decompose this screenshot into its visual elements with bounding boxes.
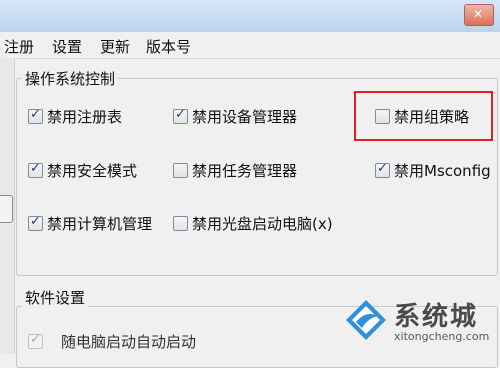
red-highlight-box bbox=[354, 91, 493, 141]
checkbox-icon bbox=[28, 332, 43, 349]
disable-msconfig-checkbox[interactable]: 禁用Msconfig bbox=[375, 161, 491, 180]
menu-item-version[interactable]: 版本号 bbox=[146, 36, 191, 57]
left-panel-edge bbox=[0, 58, 15, 354]
disable-task-manager-checkbox[interactable]: 禁用任务管理器 bbox=[173, 161, 297, 180]
title-bar bbox=[0, 0, 500, 32]
checkbox-icon bbox=[173, 215, 188, 231]
disable-safe-mode-checkbox[interactable]: 禁用安全模式 bbox=[28, 161, 137, 180]
watermark-brand: 系统城 bbox=[394, 302, 479, 332]
autostart-checkbox: 随电脑启动自动启动 bbox=[28, 332, 196, 351]
checkbox-icon bbox=[28, 161, 43, 178]
watermark-logo-icon bbox=[346, 300, 386, 340]
checkbox-icon bbox=[173, 107, 188, 124]
software-settings-title: 软件设置 bbox=[22, 287, 89, 308]
disable-cd-boot-checkbox[interactable]: 禁用光盘启动电脑(x) bbox=[173, 214, 333, 233]
checkbox-icon bbox=[28, 214, 43, 231]
checkbox-icon bbox=[28, 107, 43, 124]
os-control-title: 操作系统控制 bbox=[22, 68, 119, 89]
watermark: 系统城 xitongcheng.com bbox=[338, 296, 496, 352]
left-panel-button[interactable] bbox=[0, 195, 13, 223]
menu-item-update[interactable]: 更新 bbox=[100, 36, 130, 57]
checkbox-icon bbox=[173, 162, 188, 178]
disable-computer-management-checkbox[interactable]: 禁用计算机管理 bbox=[28, 214, 152, 233]
checkbox-icon bbox=[375, 161, 390, 178]
watermark-url: xitongcheng.com bbox=[394, 330, 490, 343]
disable-registry-checkbox[interactable]: 禁用注册表 bbox=[28, 107, 122, 126]
menu-bar: 注册 设置 更新 版本号 bbox=[0, 32, 500, 59]
disable-device-manager-checkbox[interactable]: 禁用设备管理器 bbox=[173, 107, 297, 126]
close-button[interactable] bbox=[464, 4, 494, 26]
menu-item-settings[interactable]: 设置 bbox=[52, 36, 82, 57]
menu-item-register[interactable]: 注册 bbox=[4, 36, 34, 57]
